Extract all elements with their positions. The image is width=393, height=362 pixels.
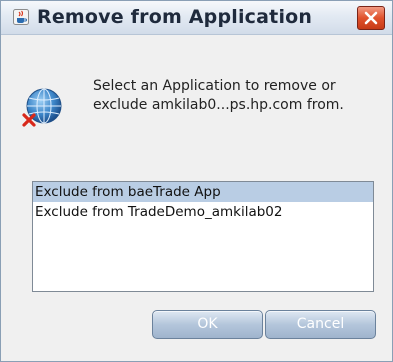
- title-bar[interactable]: Remove from Application: [1, 1, 392, 35]
- list-item[interactable]: Exclude from TradeDemo_amkilab02: [33, 202, 373, 222]
- network-globe-remove-icon: [21, 87, 63, 129]
- close-icon: [364, 11, 378, 25]
- list-item[interactable]: Exclude from baeTrade App: [33, 182, 373, 202]
- dialog-title: Remove from Application: [37, 6, 313, 28]
- instruction-message: Select an Application to remove or exclu…: [93, 78, 344, 113]
- close-button[interactable]: [357, 6, 385, 30]
- remove-from-application-dialog: Remove from Application Select an Applic…: [0, 0, 393, 362]
- cancel-button[interactable]: Cancel: [265, 310, 376, 339]
- ok-button[interactable]: OK: [152, 310, 263, 339]
- application-list[interactable]: Exclude from baeTrade App Exclude from T…: [32, 181, 374, 292]
- java-cup-icon: [13, 9, 29, 25]
